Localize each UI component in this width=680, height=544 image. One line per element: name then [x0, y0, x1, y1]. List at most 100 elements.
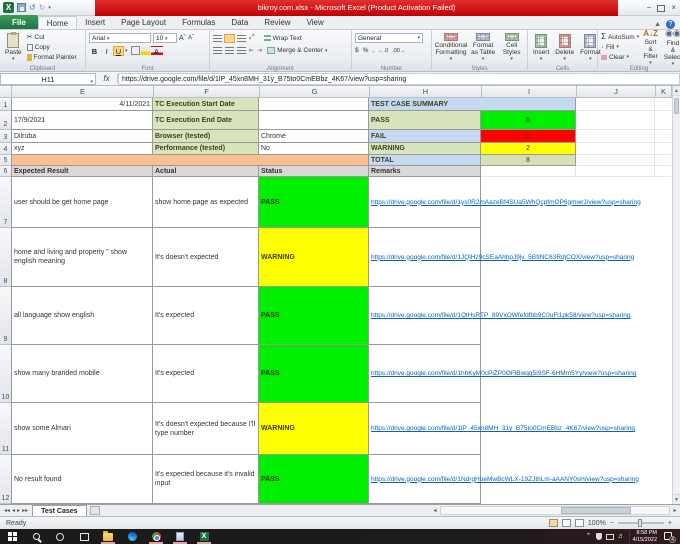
zoom-slider[interactable] — [617, 519, 664, 527]
zoom-out-icon[interactable]: − — [610, 520, 614, 527]
first-sheet-icon[interactable]: ◂◂ — [4, 507, 10, 514]
save-icon[interactable] — [17, 3, 26, 12]
remark-link[interactable]: https://drive.google.com/file/d/1ys0R2mA… — [371, 199, 641, 206]
cell-start-date[interactable]: 4/11/2021 — [11, 98, 153, 111]
shrink-font-icon[interactable]: Aˇ — [188, 35, 194, 41]
network-icon[interactable] — [605, 533, 614, 540]
cell-expected[interactable]: show some Almari — [11, 403, 153, 455]
remark-link[interactable]: https://drive.google.com/file/d/1lP_45xn… — [371, 425, 635, 432]
zoom-level[interactable]: 100% — [588, 520, 606, 527]
cell-j1[interactable] — [576, 98, 655, 111]
cell-perf-value[interactable]: No — [259, 143, 369, 155]
currency-button[interactable]: $ — [355, 47, 359, 54]
cell-summary-title[interactable]: TEST CASE SUMMARY — [369, 98, 576, 111]
conditional-formatting-button[interactable]: Conditional Formatting ▾ — [435, 32, 467, 63]
last-sheet-icon[interactable]: ▸▸ — [22, 507, 28, 514]
tab-insert[interactable]: Insert — [77, 16, 113, 29]
task-view-button[interactable] — [72, 529, 96, 544]
header-status[interactable]: Status — [259, 166, 369, 177]
formula-input[interactable]: https://drive.google.com/file/d/1lP_45xn… — [118, 72, 680, 85]
taskbar-clock[interactable]: 8:58 PM 4/15/2022 — [628, 530, 660, 543]
edge-button[interactable] — [120, 529, 144, 544]
minimize-button[interactable]: − — [647, 1, 652, 15]
file-explorer-button[interactable] — [96, 529, 120, 544]
cell-k3[interactable] — [655, 130, 671, 143]
wrap-text-button[interactable]: Wrap Text — [263, 33, 302, 43]
defender-shield-icon[interactable] — [595, 533, 602, 540]
col-header-k[interactable]: K — [656, 86, 672, 98]
remark-link[interactable]: https://drive.google.com/file/d/1JQlHz9c… — [371, 254, 634, 261]
taskbar-search-button[interactable] — [24, 529, 48, 544]
cell-actual[interactable]: It's doesn't expected — [153, 228, 259, 287]
cell-orange-band[interactable] — [11, 155, 369, 166]
copy-button[interactable]: Copy — [26, 42, 77, 52]
cell-k5[interactable] — [655, 155, 671, 166]
action-center-button[interactable]: 4 — [664, 531, 676, 543]
percent-button[interactable]: % — [363, 47, 369, 54]
cell-k2[interactable] — [655, 111, 671, 130]
remark-link[interactable]: https://drive.google.com/file/d/1QlHsRTP… — [371, 312, 630, 319]
orientation-icon[interactable]: ⤢ — [249, 34, 255, 42]
cell-styles-button[interactable]: Cell Styles ▾ — [499, 32, 524, 63]
merge-center-button[interactable]: Merge & Center ▾ — [267, 46, 327, 56]
cell-warning-count[interactable]: 2 — [481, 143, 576, 155]
cell-i6[interactable] — [481, 166, 576, 177]
zoom-knob[interactable] — [637, 519, 642, 527]
next-sheet-icon[interactable]: ▸ — [17, 507, 20, 514]
cell-fail-label[interactable]: FAIL — [369, 130, 481, 143]
scroll-down-icon[interactable]: ▼ — [673, 494, 680, 504]
cell-start-label[interactable]: TC Execution Start Date — [153, 98, 259, 111]
font-family-combo[interactable]: Arial ▾ — [89, 33, 151, 43]
cell-status[interactable]: WARNING — [259, 228, 369, 287]
cell-perf-name[interactable]: xyz — [11, 143, 153, 155]
chrome-button[interactable] — [144, 529, 168, 544]
tray-chevron-icon[interactable]: ⌃ — [586, 532, 592, 542]
sheet-tab-test-cases[interactable]: Test Cases — [32, 505, 87, 516]
close-button[interactable]: × — [671, 1, 676, 15]
cell-k1[interactable] — [655, 98, 671, 111]
cell-total-label[interactable]: TOTAL — [369, 155, 481, 166]
cell-actual[interactable]: It's expected because it's invalid input — [153, 455, 259, 504]
tab-review[interactable]: Review — [256, 16, 298, 29]
remark-link[interactable]: https://drive.google.com/file/d/1NdrgHoe… — [371, 476, 639, 483]
cell-actual[interactable]: It's doesn't expected because I'll type … — [153, 403, 259, 455]
cell-expected[interactable]: No result found — [11, 455, 153, 504]
horizontal-scrollbar[interactable]: ◂ ▸ — [430, 505, 680, 517]
format-painter-button[interactable]: Format Painter — [26, 52, 77, 62]
comma-button[interactable]: , — [372, 47, 374, 54]
italic-button[interactable]: I — [101, 46, 112, 56]
cell-browser-value[interactable]: Chrome — [259, 130, 369, 143]
align-left-icon[interactable] — [213, 47, 222, 54]
scroll-up-icon[interactable]: ▲ — [673, 86, 680, 96]
start-button[interactable] — [0, 529, 24, 544]
cell-j2[interactable] — [576, 111, 655, 130]
col-header-f[interactable]: F — [154, 86, 260, 98]
tab-view[interactable]: View — [299, 16, 332, 29]
insert-cells-button[interactable]: Insert ▾ — [531, 32, 551, 63]
align-center-icon[interactable] — [225, 47, 234, 54]
align-middle-icon[interactable] — [224, 33, 235, 43]
qat-dropdown-icon[interactable]: ▾ — [48, 5, 51, 11]
decrease-indent-icon[interactable]: ⇤ — [249, 47, 254, 54]
cell-warning-label[interactable]: WARNING — [369, 143, 481, 155]
cell-g1[interactable] — [259, 98, 369, 111]
tab-file[interactable]: File — [0, 15, 38, 29]
increase-decimal-icon[interactable]: ←.0 — [378, 48, 388, 54]
cell-j6[interactable] — [576, 166, 655, 177]
cell-actual[interactable]: It's expected — [153, 345, 259, 403]
col-header-h[interactable]: H — [370, 86, 482, 98]
cell-fail-count[interactable]: 0 — [481, 130, 576, 143]
insert-function-icon[interactable]: fx — [96, 74, 118, 83]
insert-worksheet-icon[interactable] — [89, 506, 100, 515]
align-top-icon[interactable] — [213, 34, 222, 42]
undo-icon[interactable]: ↺ — [29, 3, 36, 13]
align-bottom-icon[interactable] — [237, 34, 246, 42]
cell-status[interactable]: PASS — [259, 345, 369, 403]
cell-browser-label[interactable]: Browser (tested) — [153, 130, 259, 143]
zoom-in-icon[interactable]: + — [668, 520, 672, 527]
horizontal-scroll-thumb[interactable] — [561, 507, 631, 514]
clear-button[interactable]: Clear ▾ — [601, 52, 639, 62]
scroll-left-icon[interactable]: ◂ — [430, 507, 440, 514]
tab-home[interactable]: Home — [37, 16, 78, 29]
cell-pass-label[interactable]: PASS — [369, 111, 481, 130]
